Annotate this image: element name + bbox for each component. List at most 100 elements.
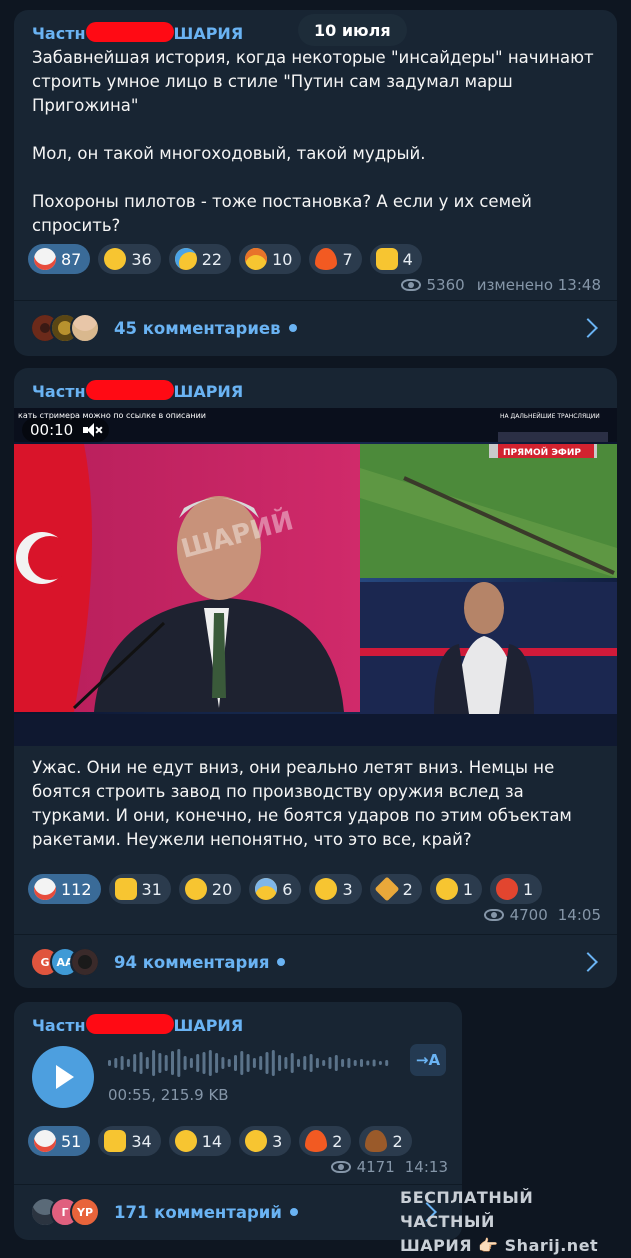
site-watermark: БЕСПЛАТНЫЙ ЧАСТНЫЙ ШАРИЯ 👉🏻 Sharij.net bbox=[400, 1188, 599, 1255]
voice-waveform bbox=[108, 1049, 389, 1077]
waveform-bar bbox=[171, 1051, 174, 1075]
avatar bbox=[70, 947, 100, 977]
commenter-avatars: G AA bbox=[30, 947, 100, 977]
video-frame: ШАРИЙ кать стримера можно по ссылке в оп… bbox=[14, 408, 617, 746]
waveform-bar bbox=[322, 1060, 326, 1066]
clown-icon bbox=[34, 878, 56, 900]
waveform-bar bbox=[145, 1057, 149, 1069]
waveform-bar bbox=[372, 1059, 376, 1067]
waveform-bar bbox=[126, 1059, 130, 1067]
comments-count: 171 комментарий bbox=[114, 1202, 282, 1222]
waveform-bar bbox=[120, 1056, 124, 1070]
message-time: 14:05 bbox=[557, 906, 601, 924]
waveform-bar bbox=[360, 1059, 363, 1067]
reaction-yawn[interactable]: 3 bbox=[309, 874, 362, 904]
reaction-grin[interactable]: 36 bbox=[98, 244, 161, 274]
waveform-bar bbox=[215, 1053, 219, 1073]
play-icon bbox=[56, 1065, 74, 1089]
waveform-bar bbox=[309, 1054, 313, 1072]
sender-name[interactable]: Частн ШАРИЯ bbox=[32, 22, 243, 43]
cry-icon bbox=[174, 248, 197, 270]
reaction-poop[interactable]: 2 bbox=[359, 1126, 412, 1156]
reaction-cursing[interactable]: 1 bbox=[490, 874, 543, 904]
clown-icon bbox=[34, 248, 56, 270]
reactions-row: 51 34 14 3 2 2 bbox=[28, 1126, 412, 1156]
reaction-grin[interactable]: 14 bbox=[168, 1126, 232, 1156]
play-button[interactable] bbox=[32, 1046, 94, 1108]
live-label: ПРЯМОЙ ЭФИР bbox=[503, 446, 581, 458]
unread-dot bbox=[288, 324, 297, 332]
reaction-yawn[interactable]: 3 bbox=[239, 1126, 292, 1156]
waveform-bar bbox=[315, 1058, 319, 1068]
cursing-face-icon bbox=[496, 878, 519, 900]
comments-count: 94 комментария bbox=[114, 952, 270, 972]
reaction-thumbs-up[interactable]: 31 bbox=[108, 874, 171, 904]
comments-button[interactable]: G AA 94 комментария bbox=[30, 942, 601, 982]
reaction-thinking[interactable]: 1 bbox=[429, 874, 483, 904]
waveform-bar bbox=[227, 1059, 231, 1067]
waveform-bar bbox=[328, 1057, 332, 1069]
waveform-bar bbox=[284, 1057, 288, 1069]
reaction-exploding-head[interactable]: 10 bbox=[239, 244, 302, 274]
grin-icon bbox=[174, 1130, 197, 1152]
reaction-thumbs-up[interactable]: 4 bbox=[369, 244, 422, 274]
reaction-clown[interactable]: 87 bbox=[28, 244, 91, 274]
message-text: Ужас. Они не едут вниз, они реально летя… bbox=[32, 758, 578, 849]
comments-button[interactable]: Г YP 171 комментарий bbox=[30, 1192, 446, 1232]
waveform-bar bbox=[196, 1054, 200, 1072]
waveform-bar bbox=[334, 1055, 338, 1071]
waveform-bar bbox=[303, 1056, 307, 1070]
muted-speaker-icon[interactable] bbox=[83, 423, 103, 437]
sender-name[interactable]: Частн ШАРИЯ bbox=[32, 1014, 243, 1035]
divider bbox=[14, 300, 617, 301]
thumbs-up-icon bbox=[114, 878, 137, 900]
reaction-thumbs-up[interactable]: 34 bbox=[98, 1126, 161, 1156]
sender-name[interactable]: Частн ШАРИЯ bbox=[32, 380, 243, 401]
waveform-bar bbox=[378, 1061, 382, 1065]
fire-icon bbox=[315, 248, 338, 270]
divider bbox=[14, 934, 617, 935]
waveform-bar bbox=[208, 1050, 212, 1076]
video-top-label: НА ДАЛЬНЕЙШИЕ ТРАНСЛЯЦИИ bbox=[500, 413, 600, 420]
waveform-bar bbox=[246, 1054, 250, 1072]
waveform-bar bbox=[158, 1053, 162, 1073]
waveform-bar bbox=[202, 1052, 206, 1074]
thumbs-up-icon bbox=[375, 248, 398, 270]
reaction-grin[interactable]: 20 bbox=[178, 874, 242, 904]
message-1: Частн ШАРИЯ Забавнейшая история, когда не… bbox=[14, 10, 617, 356]
reaction-fire[interactable]: 7 bbox=[309, 244, 362, 274]
reaction-cry[interactable]: 22 bbox=[168, 244, 232, 274]
divider bbox=[14, 1184, 462, 1185]
message-3: Частн ШАРИЯ 00:55, 215.9 KB →A 51 34 14 3… bbox=[14, 1002, 462, 1240]
waveform-bar bbox=[278, 1055, 282, 1071]
message-meta: 4171 14:13 bbox=[330, 1158, 448, 1176]
reaction-clown[interactable]: 51 bbox=[28, 1126, 91, 1156]
message-meta: 5360 изменено 13:48 bbox=[400, 276, 601, 294]
commenter-avatars bbox=[30, 313, 100, 343]
reaction-fire[interactable]: 2 bbox=[299, 1126, 352, 1156]
views-icon bbox=[483, 909, 504, 921]
edited-time: изменено 13:48 bbox=[476, 276, 601, 294]
waveform-bar bbox=[341, 1059, 345, 1067]
thinking-icon bbox=[435, 878, 458, 900]
grin-icon bbox=[184, 878, 207, 900]
fire-icon bbox=[305, 1130, 328, 1152]
date-badge: 10 июля bbox=[298, 14, 407, 46]
scream-icon bbox=[255, 878, 278, 900]
video-player[interactable]: ШАРИЙ кать стримера можно по ссылке в оп… bbox=[14, 408, 617, 746]
transcribe-button[interactable]: →A bbox=[410, 1044, 446, 1076]
thumbs-up-icon bbox=[104, 1130, 127, 1152]
waveform-bar bbox=[290, 1053, 294, 1073]
reaction-clown[interactable]: 112 bbox=[28, 874, 101, 904]
waveform-bar bbox=[271, 1050, 275, 1076]
message-text: Забавнейшая история, когда некоторые "ин… bbox=[32, 48, 594, 235]
reactions-row: 87 36 22 10 7 4 bbox=[28, 244, 422, 274]
waveform-bar bbox=[259, 1056, 263, 1070]
comments-button[interactable]: 45 комментариев bbox=[30, 308, 601, 348]
unread-dot bbox=[289, 1208, 298, 1216]
reaction-party[interactable]: 2 bbox=[369, 874, 422, 904]
reaction-scream[interactable]: 6 bbox=[249, 874, 302, 904]
unread-dot bbox=[277, 958, 286, 966]
waveform-bar bbox=[164, 1055, 168, 1071]
waveform-bar bbox=[252, 1058, 256, 1068]
